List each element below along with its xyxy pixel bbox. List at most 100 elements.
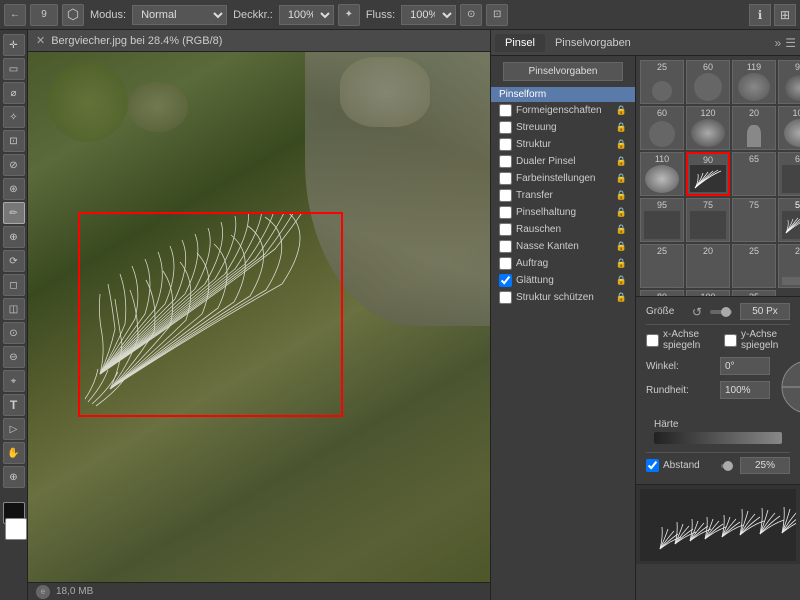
brush-thumb-15[interactable]: 95: [640, 198, 684, 242]
text-tool[interactable]: T: [3, 394, 25, 416]
pinselhaltung-check[interactable]: [499, 206, 512, 219]
dodge-tool[interactable]: ⊖: [3, 346, 25, 368]
brush-thumb-21[interactable]: 20: [686, 244, 730, 288]
canvas-area[interactable]: ✕ Bergviecher.jpg bei 28.4% (RGB/8): [28, 30, 490, 600]
magic-wand-tool[interactable]: ✧: [3, 106, 25, 128]
formeigenschaften-check[interactable]: [499, 104, 512, 117]
pen-tool[interactable]: ⌖: [3, 370, 25, 392]
glaettung-option[interactable]: Glättung 🔒: [491, 272, 635, 289]
zoom-tool[interactable]: ⊕: [3, 466, 25, 488]
farbeinstellungen-check[interactable]: [499, 172, 512, 185]
transfer-check[interactable]: [499, 189, 512, 202]
brush-thumb-2[interactable]: 119: [732, 60, 776, 104]
glaettung-label: Glättung: [516, 275, 616, 286]
struktur-check[interactable]: [499, 138, 512, 151]
rauschen-option[interactable]: Rauschen 🔒: [491, 221, 635, 238]
pressure-btn[interactable]: ⊙: [460, 4, 482, 26]
nasse-kanten-option[interactable]: Nasse Kanten 🔒: [491, 238, 635, 255]
brush-thumb-3[interactable]: 90: [778, 60, 800, 104]
select-rect-tool[interactable]: ▭: [3, 58, 25, 80]
dualer-pinsel-option[interactable]: Dualer Pinsel 🔒: [491, 153, 635, 170]
dualer-pinsel-check[interactable]: [499, 155, 512, 168]
streuung-check[interactable]: [499, 121, 512, 134]
brush-thumb-0[interactable]: 25: [640, 60, 684, 104]
brush-thumb-1[interactable]: 60: [686, 60, 730, 104]
struktur-option[interactable]: Struktur 🔒: [491, 136, 635, 153]
background-color[interactable]: [5, 518, 27, 540]
auftrag-lock: 🔒: [616, 258, 627, 269]
clone-tool[interactable]: ⊕: [3, 226, 25, 248]
lasso-tool[interactable]: ⌀: [3, 82, 25, 104]
brush-thumb-23[interactable]: 25: [778, 244, 800, 288]
brush-thumb-16[interactable]: 75: [686, 198, 730, 242]
preset-btn[interactable]: Pinselvorgaben: [503, 62, 623, 81]
brush-thumb-6[interactable]: 120: [686, 106, 730, 150]
airbrush-btn[interactable]: ✦: [338, 4, 360, 26]
history-tool[interactable]: ⟳: [3, 250, 25, 272]
tab-pinselvorgaben[interactable]: Pinselvorgaben: [545, 34, 641, 52]
deckkr-select[interactable]: 100%: [279, 5, 334, 25]
panel-info-btn[interactable]: ℹ: [749, 4, 771, 26]
blur-tool[interactable]: ⊙: [3, 322, 25, 344]
glaettung-check[interactable]: [499, 274, 512, 287]
struktur-lock: 🔒: [616, 139, 627, 150]
brush-picker-btn[interactable]: ⬡: [62, 4, 84, 26]
spot-heal-tool[interactable]: ⊛: [3, 178, 25, 200]
tablet-btn[interactable]: ⊡: [486, 4, 508, 26]
brush-thumb-17[interactable]: 75: [732, 198, 776, 242]
canvas-content[interactable]: e 18,0 MB: [28, 52, 490, 600]
brush-thumb-20[interactable]: 25: [640, 244, 684, 288]
y-achse-check[interactable]: [724, 334, 737, 347]
streuung-option[interactable]: Streuung 🔒: [491, 119, 635, 136]
transfer-option[interactable]: Transfer 🔒: [491, 187, 635, 204]
move-tool[interactable]: ✛: [3, 34, 25, 56]
abstand-check[interactable]: [646, 459, 659, 472]
nasse-kanten-check[interactable]: [499, 240, 512, 253]
brush-thumb-25[interactable]: 80: [640, 290, 684, 296]
tab-pinsel[interactable]: Pinsel: [495, 34, 545, 52]
haerte-bar[interactable]: [654, 432, 782, 444]
brush-thumb-5[interactable]: 60: [640, 106, 684, 150]
winkel-input[interactable]: [720, 357, 770, 375]
eraser-tool[interactable]: ◻: [3, 274, 25, 296]
size-refresh-btn[interactable]: ↺: [692, 305, 702, 319]
brush-thumb-22[interactable]: 25: [732, 244, 776, 288]
panel-menu-icon[interactable]: ☰: [785, 36, 796, 50]
streuung-lock: 🔒: [616, 122, 627, 133]
rauschen-check[interactable]: [499, 223, 512, 236]
brush-thumb-12[interactable]: 65: [732, 152, 776, 196]
brush-thumb-18[interactable]: 50: [778, 198, 800, 242]
status-icon: e: [36, 585, 50, 599]
fluss-select[interactable]: 100%: [401, 5, 456, 25]
brush-thumb-13[interactable]: 65: [778, 152, 800, 196]
brush-thumb-10[interactable]: 110: [640, 152, 684, 196]
auftrag-option[interactable]: Auftrag 🔒: [491, 255, 635, 272]
hand-tool[interactable]: ✋: [3, 442, 25, 464]
history-back-btn[interactable]: ←: [4, 4, 26, 26]
modus-select[interactable]: Normal Multiplizieren Abwedeln: [132, 5, 227, 25]
formeigenschaften-option[interactable]: Formeigenschaften 🔒: [491, 102, 635, 119]
struktur-schuetzen-option[interactable]: Struktur schützen 🔒: [491, 289, 635, 306]
canvas-close-btn[interactable]: ✕: [36, 34, 45, 47]
pinselhaltung-option[interactable]: Pinselhaltung 🔒: [491, 204, 635, 221]
brush-thumbnails: 25 60 119 90: [636, 56, 800, 296]
brush-thumb-7[interactable]: 20: [732, 106, 776, 150]
brush-thumb-26[interactable]: 100: [686, 290, 730, 296]
auftrag-check[interactable]: [499, 257, 512, 270]
brush-thumb-8[interactable]: 100: [778, 106, 800, 150]
rundheit-input[interactable]: [720, 381, 770, 399]
farbeinstellungen-option[interactable]: Farbeinstellungen 🔒: [491, 170, 635, 187]
x-achse-check[interactable]: [646, 334, 659, 347]
brush-tool[interactable]: ✏: [3, 202, 25, 224]
eyedropper-tool[interactable]: ⊘: [3, 154, 25, 176]
crop-tool[interactable]: ⊡: [3, 130, 25, 152]
pinselform-option[interactable]: Pinselform: [491, 87, 635, 102]
brush-size-display[interactable]: 9: [30, 4, 58, 26]
panel-extra-btn[interactable]: ⊞: [774, 4, 796, 26]
shape-tool[interactable]: ▷: [3, 418, 25, 440]
brush-thumb-11-selected[interactable]: 90: [686, 152, 730, 196]
panel-expand-icon[interactable]: »: [775, 36, 782, 50]
brush-thumb-27[interactable]: 35: [732, 290, 776, 296]
gradient-tool[interactable]: ◫: [3, 298, 25, 320]
struktur-schuetzen-check[interactable]: [499, 291, 512, 304]
